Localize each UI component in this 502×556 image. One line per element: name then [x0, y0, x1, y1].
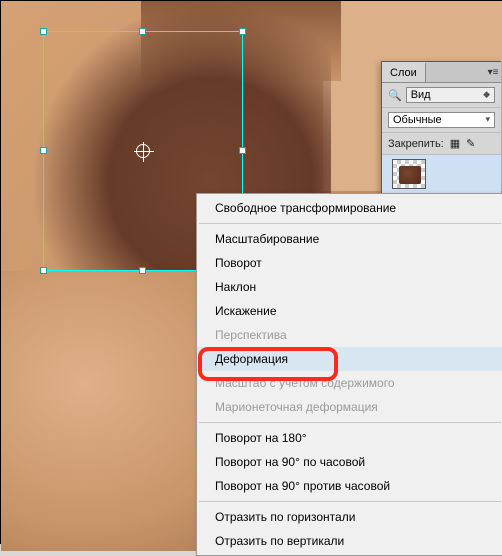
chevron-down-icon: ◆ — [483, 89, 490, 101]
transform-handle-middle-left[interactable] — [40, 147, 47, 154]
menu-flip-vertical[interactable]: Отразить по вертикали — [197, 529, 502, 553]
layer-thumbnail[interactable] — [392, 159, 426, 189]
transform-center-point[interactable] — [136, 144, 150, 158]
lock-brush-icon[interactable]: ✎ — [466, 137, 475, 150]
menu-distort[interactable]: Искажение — [197, 299, 502, 323]
chevron-down-icon: ▾ — [485, 114, 490, 126]
layer-filter-select[interactable]: Вид ◆ — [406, 87, 495, 103]
menu-warp[interactable]: Деформация — [197, 347, 502, 371]
menu-rotate-90-ccw[interactable]: Поворот на 90° против часовой — [197, 474, 502, 498]
menu-rotate[interactable]: Поворот — [197, 251, 502, 275]
lock-transparency-icon[interactable]: ▦ — [450, 137, 460, 150]
transform-handle-top-middle[interactable] — [139, 28, 146, 35]
transform-handle-top-left[interactable] — [40, 28, 47, 35]
menu-scale[interactable]: Масштабирование — [197, 227, 502, 251]
transform-handle-bottom-middle[interactable] — [139, 267, 146, 274]
menu-rotate-90-cw[interactable]: Поворот на 90° по часовой — [197, 450, 502, 474]
panel-menu-icon[interactable]: ▾≡ — [485, 67, 501, 78]
blend-mode-label: Обычные — [393, 114, 442, 126]
menu-skew[interactable]: Наклон — [197, 275, 502, 299]
transform-context-menu: Свободное трансформирование Масштабирова… — [196, 193, 502, 556]
blend-mode-select[interactable]: Обычные ▾ — [388, 112, 495, 128]
menu-puppet-warp: Марионеточная деформация — [197, 395, 502, 419]
transform-handle-middle-right[interactable] — [239, 147, 246, 154]
layers-panel: Слои ▾≡ 🔍 Вид ◆ Обычные ▾ Закрепить: ▦ ✎ — [381, 61, 501, 194]
menu-perspective: Перспектива — [197, 323, 502, 347]
search-icon: 🔍 — [388, 89, 402, 102]
menu-free-transform[interactable]: Свободное трансформирование — [197, 196, 502, 220]
transform-handle-bottom-left[interactable] — [40, 267, 47, 274]
layer-filter-label: Вид — [411, 89, 431, 101]
menu-content-aware-scale: Масштаб с учетом содержимого — [197, 371, 502, 395]
menu-rotate-180[interactable]: Поворот на 180° — [197, 426, 502, 450]
lock-label: Закрепить: — [388, 138, 444, 150]
layer-row[interactable] — [382, 155, 501, 193]
transform-handle-top-right[interactable] — [239, 28, 246, 35]
tab-layers[interactable]: Слои — [382, 62, 426, 82]
menu-flip-horizontal[interactable]: Отразить по горизонтали — [197, 505, 502, 529]
